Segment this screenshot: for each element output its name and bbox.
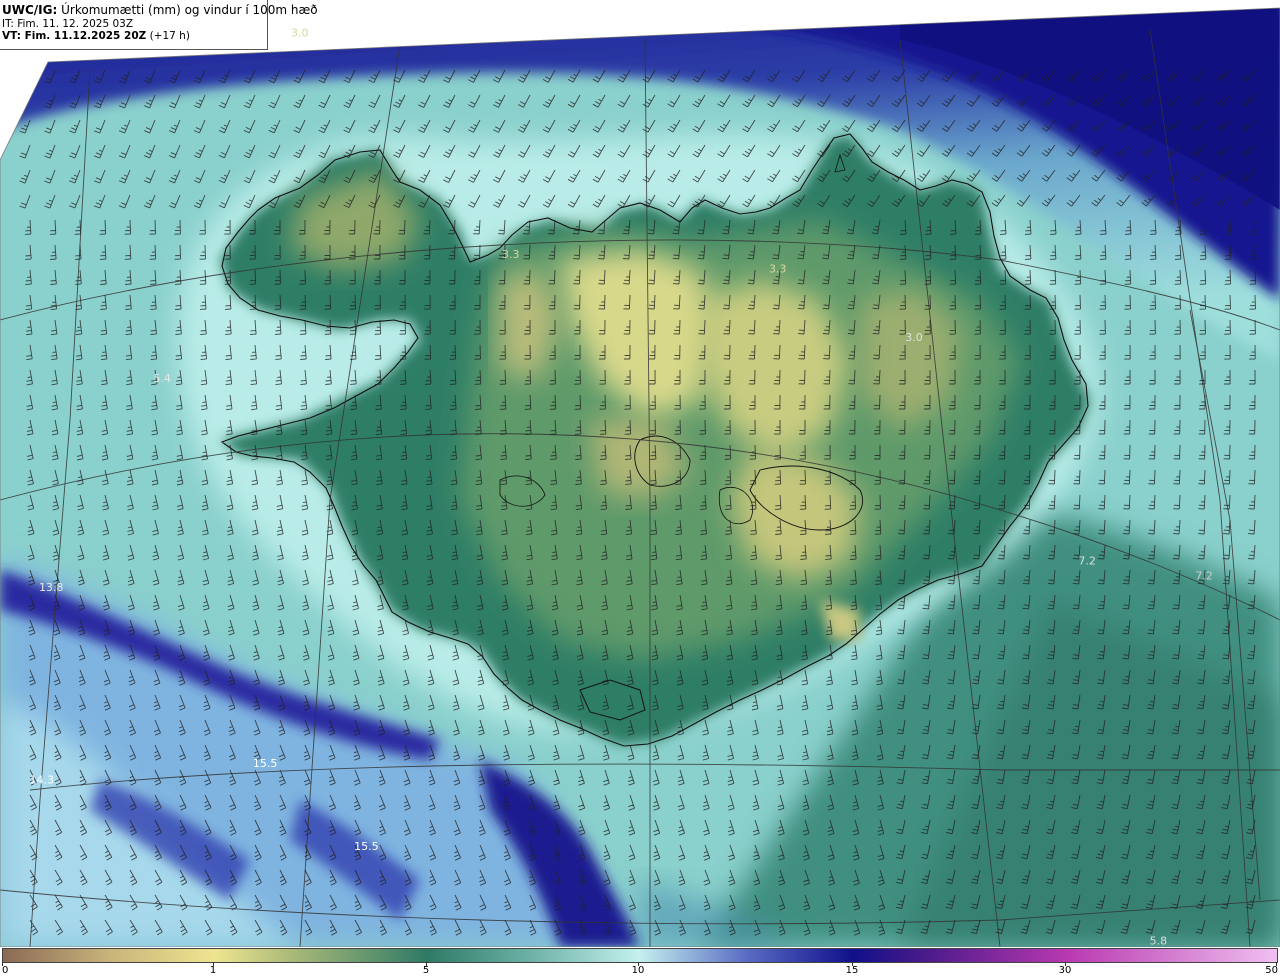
value-label: 5.4: [153, 372, 171, 385]
value-label: 13.8: [39, 581, 64, 594]
init-time-line: IT: Fim. 11. 12. 2025 03Z: [2, 18, 267, 30]
legend-color-bar: [2, 948, 1278, 963]
legend-tick-label: 0: [2, 965, 9, 976]
init-prefix: IT:: [2, 18, 14, 30]
value-label: 7.2: [1195, 570, 1213, 583]
legend-tick-label: 10: [631, 965, 645, 976]
field-name: Úrkomumætti (mm) og vindur í 100m hæð: [57, 3, 318, 17]
legend-tick-label: 30: [1058, 965, 1072, 976]
value-label: 15.5: [354, 840, 379, 853]
valid-time: Fim. 11.12.2025 20Z: [20, 30, 147, 42]
value-label: 3.3: [502, 248, 520, 261]
legend-tick-label: 50: [1265, 965, 1278, 976]
map-info-box: UWC/IG: Úrkomumætti (mm) og vindur í 100…: [0, 0, 318, 50]
precipitation-map-canvas: 3.0 3.3 3.3 3.0 5.4 7.2 7.2 13.8 15.5 14.3 15.5 5.8…: [0, 0, 1280, 947]
lead-time: (+17 h): [146, 30, 190, 42]
valid-prefix: VT:: [2, 30, 21, 42]
weather-map: 3.0 3.3 3.3 3.0 5.4 7.2 7.2 13.8 15.5 14.3 15.5 5.8…: [0, 0, 1280, 978]
color-legend: 0 1 5 10 15 30 50: [0, 947, 1280, 978]
model-name: UWC/IG:: [2, 3, 58, 17]
init-time: Fim. 11. 12. 2025 03Z: [13, 18, 134, 30]
legend-tick-label: 15: [845, 965, 859, 976]
value-label: 3.0: [291, 26, 309, 39]
value-label: 3.3: [769, 263, 787, 276]
legend-tick-label: 1: [209, 965, 217, 976]
valid-time-line: VT: Fim. 11.12.2025 20Z (+17 h): [2, 30, 267, 42]
value-label: 3.0: [905, 331, 923, 344]
title-line: UWC/IG: Úrkomumætti (mm) og vindur í 100…: [2, 3, 318, 18]
value-label: 14.3: [30, 773, 55, 786]
value-label: 7.2: [1078, 555, 1096, 568]
value-label: 15.5: [253, 757, 278, 770]
model-domain: [0, 8, 1280, 947]
legend-tick-label: 5: [422, 965, 430, 976]
value-label: 5.8: [1150, 934, 1168, 947]
